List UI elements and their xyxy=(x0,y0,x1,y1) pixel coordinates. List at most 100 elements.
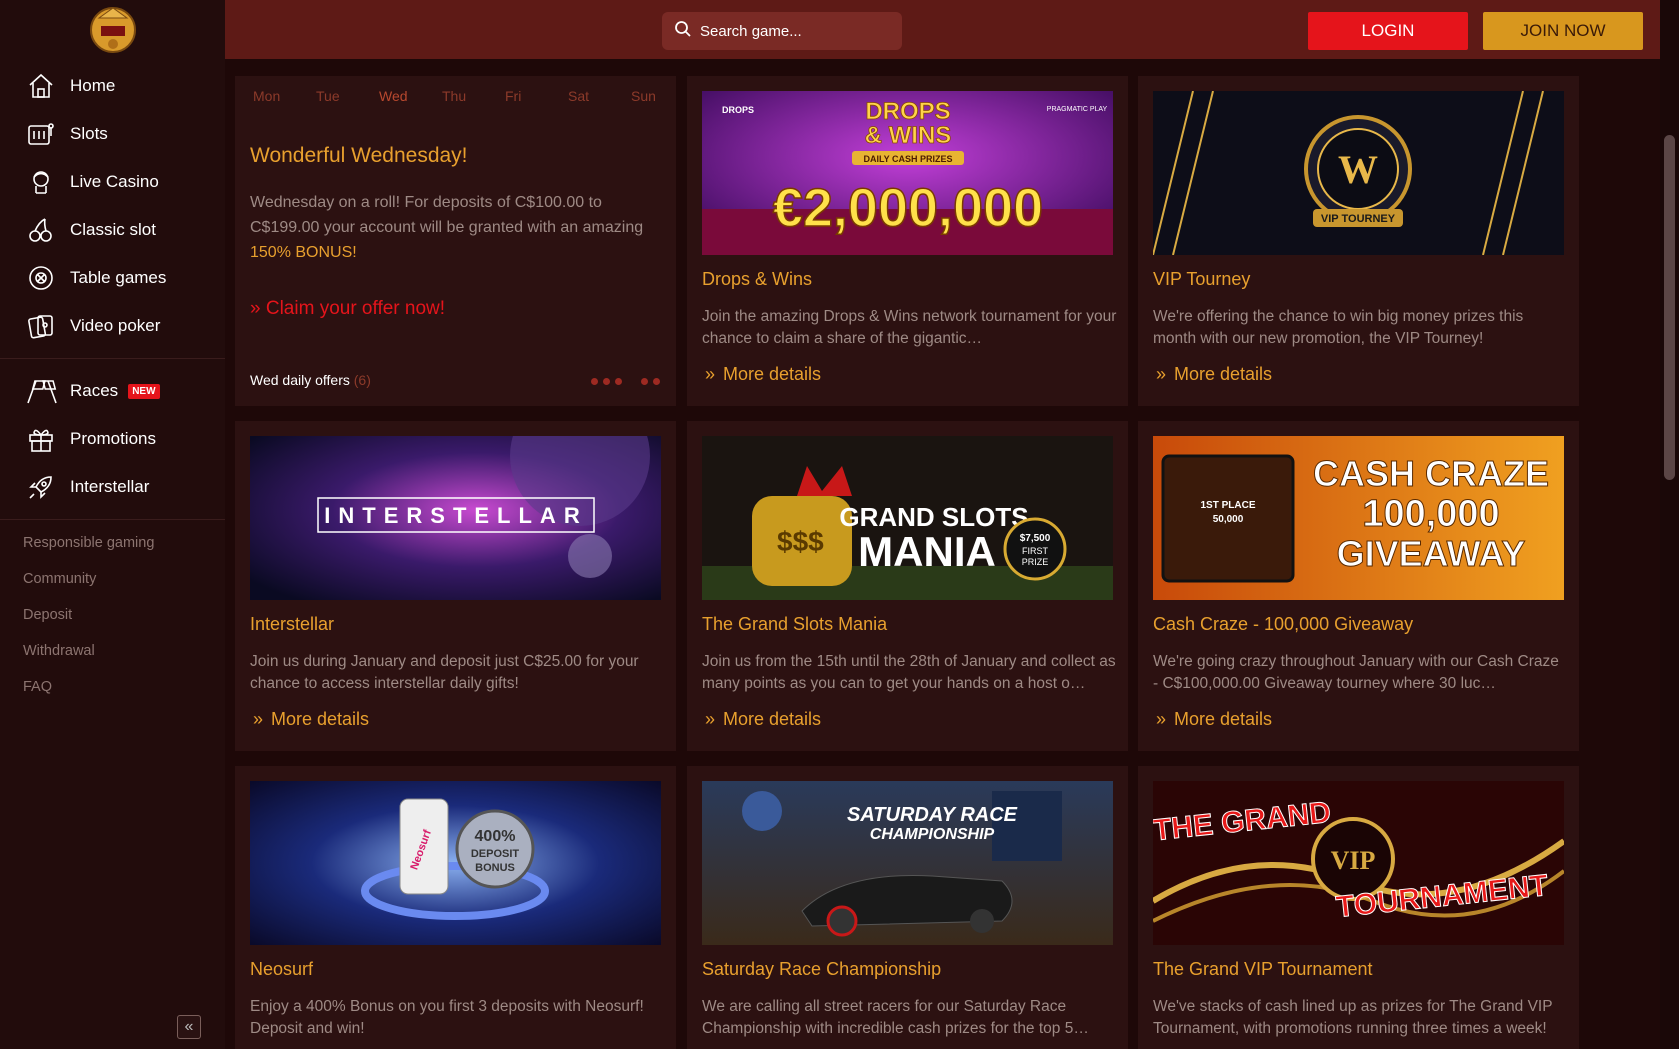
more-details-label: More details xyxy=(271,709,370,729)
promo-card-saturday-race: SATURDAY RACE CHAMPIONSHIP Saturday Race… xyxy=(687,766,1128,1049)
carousel-dot[interactable] xyxy=(615,378,622,385)
interstellar-banner[interactable]: INTERSTELLAR xyxy=(250,436,661,600)
interstellar-banner-text: INTERSTELLAR xyxy=(324,503,587,528)
neosurf-banner[interactable]: Neosurf 400% DEPOSIT BONUS xyxy=(250,781,661,945)
tab-thu[interactable]: Thu xyxy=(442,88,505,104)
tab-sun[interactable]: Sun xyxy=(631,88,694,104)
grand-vip-tournament-banner[interactable]: THE GRAND VIP TOURNAMENT xyxy=(1153,781,1564,945)
promo-title[interactable]: The Grand VIP Tournament xyxy=(1153,959,1372,980)
cards-icon xyxy=(26,311,56,341)
grand-slots-mania-banner[interactable]: $$$ GRAND SLOTS MANIA $7,500 FIRST PRIZE xyxy=(702,436,1113,600)
cash-craze-banner[interactable]: 1ST PLACE 50,000 CASH CRAZE 100,000 GIVE… xyxy=(1153,436,1564,600)
live-casino-icon xyxy=(26,167,56,197)
search-input[interactable] xyxy=(700,22,890,40)
link-withdrawal[interactable]: Withdrawal xyxy=(23,633,154,669)
search-box[interactable] xyxy=(662,12,902,50)
promo-card-interstellar: INTERSTELLAR Interstellar Join us during… xyxy=(235,421,676,751)
cash-craze-heading-1: CASH CRAZE xyxy=(1313,453,1549,494)
collapse-sidebar-button[interactable]: « xyxy=(177,1015,201,1039)
link-faq[interactable]: FAQ xyxy=(23,669,154,705)
login-button[interactable]: LOGIN xyxy=(1308,12,1468,50)
more-details-link[interactable]: » More details xyxy=(705,709,821,730)
promo-description: We're going crazy throughout January wit… xyxy=(1153,653,1559,692)
gift-icon xyxy=(26,424,56,454)
claim-offer-label: Claim your offer now! xyxy=(265,298,446,319)
nav-slots-label: Slots xyxy=(70,124,108,143)
cash-craze-first-place: 1ST PLACE xyxy=(1200,500,1255,511)
grand-vip-heading-2: VIP xyxy=(1331,846,1376,875)
chevron-right-icon: » xyxy=(250,298,266,319)
promo-card-grand-slots-mania: $$$ GRAND SLOTS MANIA $7,500 FIRST PRIZE… xyxy=(687,421,1128,751)
vip-tourney-banner-text: VIP TOURNEY xyxy=(1321,213,1396,225)
claim-offer-link[interactable]: » Claim your offer now! xyxy=(250,298,445,320)
drops-wins-provider: PRAGMATIC PLAY xyxy=(1047,106,1108,113)
tab-fri[interactable]: Fri xyxy=(505,88,568,104)
promo-description: Join the amazing Drops & Wins network to… xyxy=(702,308,1117,347)
thebes-casino-logo[interactable] xyxy=(87,4,139,54)
more-details-link[interactable]: » More details xyxy=(253,709,369,730)
grand-slots-heading-2: MANIA xyxy=(858,528,996,575)
carousel-dot[interactable] xyxy=(641,378,648,385)
promo-title[interactable]: Saturday Race Championship xyxy=(702,959,941,980)
tab-mon[interactable]: Mon xyxy=(253,88,316,104)
promo-title[interactable]: Drops & Wins xyxy=(702,269,812,290)
nav-home-label: Home xyxy=(70,76,116,95)
promo-description: Join us during January and deposit just … xyxy=(250,653,639,692)
tab-sat[interactable]: Sat xyxy=(568,88,631,104)
nav-table-games[interactable]: Table games xyxy=(0,254,225,302)
nav-slots[interactable]: Slots xyxy=(0,110,225,158)
carousel-dot[interactable] xyxy=(653,378,660,385)
vip-tourney-banner[interactable]: W VIP TOURNEY xyxy=(1153,91,1564,255)
page-scrollbar[interactable] xyxy=(1660,0,1679,1049)
cash-craze-heading-3: GIVEAWAY xyxy=(1337,533,1526,574)
svg-text:$$$: $$$ xyxy=(777,526,824,557)
nav-video-poker[interactable]: Video poker xyxy=(0,302,225,350)
promo-card-drops-wins: DROPS DROPS & WINS DAILY CASH PRIZES €2,… xyxy=(687,76,1128,406)
carousel-dot[interactable] xyxy=(591,378,598,385)
grand-slots-prize-line-1: FIRST xyxy=(1022,546,1049,556)
more-details-link[interactable]: » More details xyxy=(1156,709,1272,730)
promo-title[interactable]: Cash Craze - 100,000 Giveaway xyxy=(1153,614,1413,635)
neosurf-deposit: DEPOSIT xyxy=(471,848,520,860)
promo-card-cash-craze: 1ST PLACE 50,000 CASH CRAZE 100,000 GIVE… xyxy=(1138,421,1579,751)
daily-offer-card: Mon Tue Wed Thu Fri Sat Sun Wonderful We… xyxy=(235,76,676,406)
promo-title[interactable]: Interstellar xyxy=(250,614,334,635)
more-details-link[interactable]: » More details xyxy=(705,364,821,385)
link-responsible-gaming[interactable]: Responsible gaming xyxy=(23,525,154,561)
chevron-right-icon: » xyxy=(1156,364,1167,384)
promo-description: We've stacks of cash lined up as prizes … xyxy=(1153,998,1553,1037)
chevron-right-icon: » xyxy=(705,709,716,729)
link-deposit[interactable]: Deposit xyxy=(23,597,154,633)
offer-description-text: Wednesday on a roll! For deposits of C$1… xyxy=(250,194,644,236)
drops-wins-heading-2: & WINS xyxy=(865,122,952,149)
grand-slots-prize-line-2: PRIZE xyxy=(1022,557,1049,567)
nav-divider xyxy=(0,519,225,520)
carousel-dot[interactable] xyxy=(603,378,610,385)
neosurf-bonus: BONUS xyxy=(475,862,515,874)
nav-classic-slot[interactable]: Classic slot xyxy=(0,206,225,254)
tab-tue[interactable]: Tue xyxy=(316,88,379,104)
search-icon xyxy=(674,20,692,42)
nav-home[interactable]: Home xyxy=(0,62,225,110)
nav-interstellar[interactable]: Interstellar xyxy=(0,463,225,511)
nav-live-casino[interactable]: Live Casino xyxy=(0,158,225,206)
scrollbar-thumb[interactable] xyxy=(1664,135,1675,480)
promo-title[interactable]: VIP Tourney xyxy=(1153,269,1250,290)
promo-description: Enjoy a 400% Bonus on you first 3 deposi… xyxy=(250,998,644,1037)
nav-video-poker-label: Video poker xyxy=(70,316,161,335)
promo-title[interactable]: The Grand Slots Mania xyxy=(702,614,887,635)
promo-description: We're offering the chance to win big mon… xyxy=(1153,308,1524,347)
nav-races-label: Races xyxy=(70,381,119,400)
promo-title[interactable]: Neosurf xyxy=(250,959,313,980)
saturday-race-banner[interactable]: SATURDAY RACE CHAMPIONSHIP xyxy=(702,781,1113,945)
more-details-label: More details xyxy=(723,364,822,384)
link-community[interactable]: Community xyxy=(23,561,154,597)
drops-wins-banner[interactable]: DROPS DROPS & WINS DAILY CASH PRIZES €2,… xyxy=(702,91,1113,255)
more-details-link[interactable]: » More details xyxy=(1156,364,1272,385)
offer-description: Wednesday on a roll! For deposits of C$1… xyxy=(250,190,660,265)
nav-promotions[interactable]: Promotions xyxy=(0,415,225,463)
promo-card-vip-tourney: W VIP TOURNEY VIP Tourney We're offering… xyxy=(1138,76,1579,406)
tab-wed[interactable]: Wed xyxy=(379,88,442,104)
nav-races[interactable]: Races NEW xyxy=(0,367,225,415)
join-now-button[interactable]: JOIN NOW xyxy=(1483,12,1643,50)
